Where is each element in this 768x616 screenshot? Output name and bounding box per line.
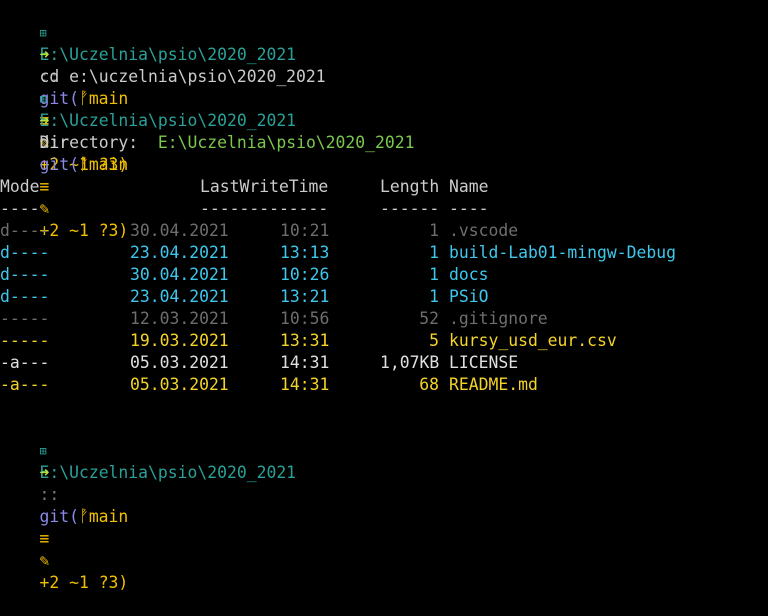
row-mode: d---- bbox=[0, 221, 50, 240]
row-date: 19.03.2021 bbox=[130, 331, 229, 350]
prompt-line: ⊞ E:\Uczelnia\psio\2020_2021 :: git(ᚡmai… bbox=[0, 66, 768, 240]
row-name: build-Lab01-mingw-Debug bbox=[449, 243, 676, 262]
row-time: 10:26 bbox=[280, 265, 330, 284]
listing-row: d---- 30.04.2021 10:21 1 .vscode bbox=[0, 220, 768, 242]
listing-row: d---- 23.04.2021 13:21 1 PSiO bbox=[0, 286, 768, 308]
directory-label: Directory: bbox=[39, 133, 139, 152]
directory-heading: Directory: E:\Uczelnia\psio\2020_2021 bbox=[0, 132, 768, 154]
row-time: 13:13 bbox=[280, 243, 330, 262]
row-mode: d---- bbox=[0, 287, 50, 306]
prompt-arrow-icon: ➜ bbox=[39, 463, 50, 482]
listing-row: d---- 30.04.2021 10:26 1 docs bbox=[0, 264, 768, 286]
header-length: Length bbox=[380, 177, 440, 196]
row-date: 05.03.2021 bbox=[130, 375, 229, 394]
row-length: 1,07KB bbox=[380, 353, 440, 372]
row-name: kursy_usd_eur.csv bbox=[449, 331, 617, 350]
row-name: .gitignore bbox=[449, 309, 548, 328]
row-name: .vscode bbox=[449, 221, 519, 240]
row-name: PSiO bbox=[449, 287, 489, 306]
row-mode: ----- bbox=[0, 331, 50, 350]
listing-row: -a--- 05.03.2021 14:31 1,07KB LICENSE bbox=[0, 352, 768, 374]
status-equal: ≡ bbox=[39, 529, 50, 548]
row-length: 1 bbox=[429, 265, 439, 284]
listing-row: ----- 19.03.2021 13:31 5 kursy_usd_eur.csv bbox=[0, 330, 768, 352]
row-time: 13:21 bbox=[280, 287, 330, 306]
underline-length: ------ bbox=[380, 199, 440, 218]
row-date: 12.03.2021 bbox=[130, 309, 229, 328]
row-time: 10:56 bbox=[280, 309, 330, 328]
branch-name: main bbox=[88, 507, 129, 526]
row-time: 10:21 bbox=[280, 221, 330, 240]
git-label: git( bbox=[39, 507, 79, 526]
row-time: 13:31 bbox=[280, 331, 330, 350]
edit-icon: ✎ bbox=[39, 551, 50, 570]
listing-row: -a--- 05.03.2021 14:31 68 README.md bbox=[0, 374, 768, 396]
row-mode: ----- bbox=[0, 309, 50, 328]
row-date: 23.04.2021 bbox=[130, 287, 229, 306]
row-time: 14:31 bbox=[280, 375, 330, 394]
listing-row: ----- 12.03.2021 10:56 52 .gitignore bbox=[0, 308, 768, 330]
underline-name: ---- bbox=[449, 199, 489, 218]
command-line: ➜ cd e:\uczelnia\psio\2020_2021 bbox=[0, 22, 768, 86]
row-name: docs bbox=[449, 265, 489, 284]
row-length: 1 bbox=[429, 287, 439, 306]
command-input-line[interactable]: ➜ bbox=[0, 440, 768, 482]
prompt-separator: :: bbox=[39, 485, 60, 504]
row-length: 1 bbox=[429, 221, 439, 240]
row-length: 68 bbox=[419, 375, 439, 394]
prompt-line: ⊞ E:\Uczelnia\psio\2020_2021 :: git(ᚡmai… bbox=[0, 418, 768, 592]
row-mode: -a--- bbox=[0, 375, 50, 394]
row-length: 52 bbox=[419, 309, 439, 328]
row-mode: -a--- bbox=[0, 353, 50, 372]
header-name: Name bbox=[449, 177, 489, 196]
underline-lastwritetime: ------------- bbox=[200, 199, 329, 218]
row-mode: d---- bbox=[0, 243, 50, 262]
prompt-path: E:\Uczelnia\psio\2020_2021 bbox=[39, 463, 297, 482]
row-mode: d---- bbox=[0, 265, 50, 284]
prompt-line: ⊞ E:\Uczelnia\psio\2020_2021 :: git(ᚡmai… bbox=[0, 0, 768, 174]
header-lastwritetime: LastWriteTime bbox=[200, 177, 329, 196]
terminal-window[interactable]: ⊞ E:\Uczelnia\psio\2020_2021 :: git(ᚡmai… bbox=[0, 0, 768, 592]
header-mode: Mode bbox=[0, 177, 40, 196]
listing-rows: d---- 30.04.2021 10:21 1 .vscode d---- 23.04.2… bbox=[0, 220, 768, 396]
row-name: README.md bbox=[449, 375, 538, 394]
status-changes: +2 ~1 ?3) bbox=[39, 573, 129, 592]
listing-underline-row: ---- ------------- ------ ---- bbox=[0, 198, 768, 220]
row-name: LICENSE bbox=[449, 353, 519, 372]
row-length: 5 bbox=[429, 331, 439, 350]
row-length: 1 bbox=[429, 243, 439, 262]
row-date: 23.04.2021 bbox=[130, 243, 229, 262]
listing-row: d---- 23.04.2021 13:13 1 build-Lab01-mingw-D… bbox=[0, 242, 768, 264]
row-date: 30.04.2021 bbox=[130, 221, 229, 240]
directory-path: E:\Uczelnia\psio\2020_2021 bbox=[157, 133, 415, 152]
underline-mode: ---- bbox=[0, 199, 40, 218]
row-date: 05.03.2021 bbox=[130, 353, 229, 372]
command-line: ➜ dir bbox=[0, 88, 768, 152]
git-branch-icon: ᚡ bbox=[78, 507, 89, 526]
row-date: 30.04.2021 bbox=[130, 265, 229, 284]
row-time: 14:31 bbox=[280, 353, 330, 372]
listing-header-row: Mode LastWriteTime Length Name bbox=[0, 176, 768, 198]
